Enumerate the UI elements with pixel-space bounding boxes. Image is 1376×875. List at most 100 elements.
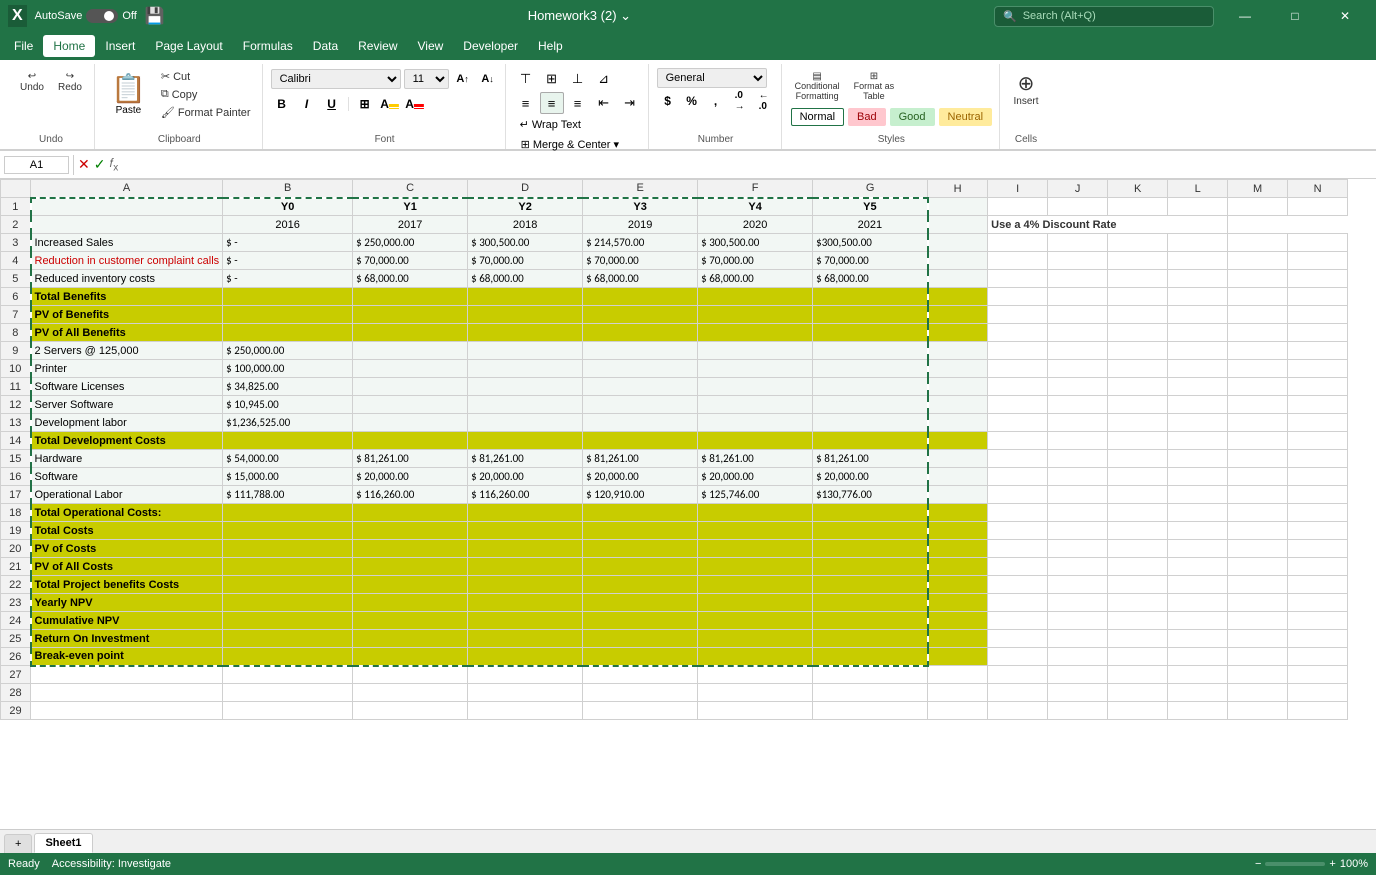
format-as-table-button[interactable]: ⊞ Format asTable bbox=[849, 68, 900, 105]
cell-E14[interactable] bbox=[583, 432, 698, 450]
cell-N9[interactable] bbox=[1288, 342, 1348, 360]
cell-B28[interactable] bbox=[223, 684, 353, 702]
cell-H1[interactable] bbox=[928, 198, 988, 216]
cell-K5[interactable] bbox=[1108, 270, 1168, 288]
cell-G16[interactable]: $ 20,000.00 bbox=[813, 468, 928, 486]
cell-B11[interactable]: $ 34,825.00 bbox=[223, 378, 353, 396]
cell-N24[interactable] bbox=[1288, 612, 1348, 630]
cell-J13[interactable] bbox=[1048, 414, 1108, 432]
cell-G25[interactable] bbox=[813, 630, 928, 648]
cell-H6[interactable] bbox=[928, 288, 988, 306]
fill-color-button[interactable]: A▬ bbox=[379, 93, 401, 115]
align-middle-button[interactable]: ⊞ bbox=[540, 68, 564, 90]
cell-G29[interactable] bbox=[813, 702, 928, 720]
cell-K6[interactable] bbox=[1108, 288, 1168, 306]
cell-H21[interactable] bbox=[928, 558, 988, 576]
cell-F9[interactable] bbox=[698, 342, 813, 360]
cell-D22[interactable] bbox=[468, 576, 583, 594]
cell-L7[interactable] bbox=[1168, 306, 1228, 324]
cell-D20[interactable] bbox=[468, 540, 583, 558]
cell-L4[interactable] bbox=[1168, 252, 1228, 270]
menu-help[interactable]: Help bbox=[528, 35, 573, 57]
minimize-button[interactable]: — bbox=[1222, 0, 1268, 32]
cell-B10[interactable]: $ 100,000.00 bbox=[223, 360, 353, 378]
cell-K18[interactable] bbox=[1108, 504, 1168, 522]
cell-F21[interactable] bbox=[698, 558, 813, 576]
cell-B9[interactable]: $ 250,000.00 bbox=[223, 342, 353, 360]
increase-decimal-button[interactable]: .0→ bbox=[729, 90, 751, 112]
wrap-text-button[interactable]: ↵ Wrap Text bbox=[514, 116, 642, 133]
cell-I5[interactable] bbox=[988, 270, 1048, 288]
cell-N4[interactable] bbox=[1288, 252, 1348, 270]
row-header-16[interactable]: 16 bbox=[1, 468, 31, 486]
paste-button[interactable]: 📋 Paste bbox=[103, 68, 154, 120]
cell-M25[interactable] bbox=[1228, 630, 1288, 648]
cell-D14[interactable] bbox=[468, 432, 583, 450]
cell-K20[interactable] bbox=[1108, 540, 1168, 558]
cell-A19[interactable]: Total Costs bbox=[31, 522, 223, 540]
cell-I7[interactable] bbox=[988, 306, 1048, 324]
cell-K1[interactable] bbox=[1108, 198, 1168, 216]
cell-L14[interactable] bbox=[1168, 432, 1228, 450]
cell-M3[interactable] bbox=[1228, 234, 1288, 252]
cell-A13[interactable]: Development labor bbox=[31, 414, 223, 432]
cell-L17[interactable] bbox=[1168, 486, 1228, 504]
cell-J9[interactable] bbox=[1048, 342, 1108, 360]
cell-N25[interactable] bbox=[1288, 630, 1348, 648]
cell-M24[interactable] bbox=[1228, 612, 1288, 630]
cell-J29[interactable] bbox=[1048, 702, 1108, 720]
cell-F29[interactable] bbox=[698, 702, 813, 720]
cell-H16[interactable] bbox=[928, 468, 988, 486]
cell-E23[interactable] bbox=[583, 594, 698, 612]
cell-L10[interactable] bbox=[1168, 360, 1228, 378]
cell-A5[interactable]: Reduced inventory costs bbox=[31, 270, 223, 288]
cell-D24[interactable] bbox=[468, 612, 583, 630]
cell-G23[interactable] bbox=[813, 594, 928, 612]
cell-G28[interactable] bbox=[813, 684, 928, 702]
cell-J12[interactable] bbox=[1048, 396, 1108, 414]
cell-K25[interactable] bbox=[1108, 630, 1168, 648]
cell-E25[interactable] bbox=[583, 630, 698, 648]
cell-E16[interactable]: $ 20,000.00 bbox=[583, 468, 698, 486]
cell-K26[interactable] bbox=[1108, 648, 1168, 666]
cell-C10[interactable] bbox=[353, 360, 468, 378]
cell-E19[interactable] bbox=[583, 522, 698, 540]
cell-I29[interactable] bbox=[988, 702, 1048, 720]
cell-M4[interactable] bbox=[1228, 252, 1288, 270]
cell-C11[interactable] bbox=[353, 378, 468, 396]
row-header-2[interactable]: 2 bbox=[1, 216, 31, 234]
cell-E17[interactable]: $ 120,910.00 bbox=[583, 486, 698, 504]
cell-J4[interactable] bbox=[1048, 252, 1108, 270]
cell-I17[interactable] bbox=[988, 486, 1048, 504]
cell-H23[interactable] bbox=[928, 594, 988, 612]
cell-A23[interactable]: Yearly NPV bbox=[31, 594, 223, 612]
cell-G18[interactable] bbox=[813, 504, 928, 522]
align-right-button[interactable]: ≡ bbox=[566, 92, 590, 114]
cell-D21[interactable] bbox=[468, 558, 583, 576]
cell-G7[interactable] bbox=[813, 306, 928, 324]
cell-K22[interactable] bbox=[1108, 576, 1168, 594]
cell-F22[interactable] bbox=[698, 576, 813, 594]
cell-C26[interactable] bbox=[353, 648, 468, 666]
cell-L1[interactable] bbox=[1168, 198, 1228, 216]
cell-D13[interactable] bbox=[468, 414, 583, 432]
cell-N23[interactable] bbox=[1288, 594, 1348, 612]
cell-N18[interactable] bbox=[1288, 504, 1348, 522]
cell-I10[interactable] bbox=[988, 360, 1048, 378]
row-header-23[interactable]: 23 bbox=[1, 594, 31, 612]
cell-G8[interactable] bbox=[813, 324, 928, 342]
font-size-select[interactable]: 11 bbox=[404, 69, 449, 89]
cell-G11[interactable] bbox=[813, 378, 928, 396]
style-bad[interactable]: Bad bbox=[848, 108, 886, 126]
cell-E11[interactable] bbox=[583, 378, 698, 396]
cell-G14[interactable] bbox=[813, 432, 928, 450]
cell-N19[interactable] bbox=[1288, 522, 1348, 540]
cell-H3[interactable] bbox=[928, 234, 988, 252]
cell-L13[interactable] bbox=[1168, 414, 1228, 432]
cell-D8[interactable] bbox=[468, 324, 583, 342]
cell-H18[interactable] bbox=[928, 504, 988, 522]
cell-N17[interactable] bbox=[1288, 486, 1348, 504]
cell-H10[interactable] bbox=[928, 360, 988, 378]
cell-L21[interactable] bbox=[1168, 558, 1228, 576]
cell-G13[interactable] bbox=[813, 414, 928, 432]
